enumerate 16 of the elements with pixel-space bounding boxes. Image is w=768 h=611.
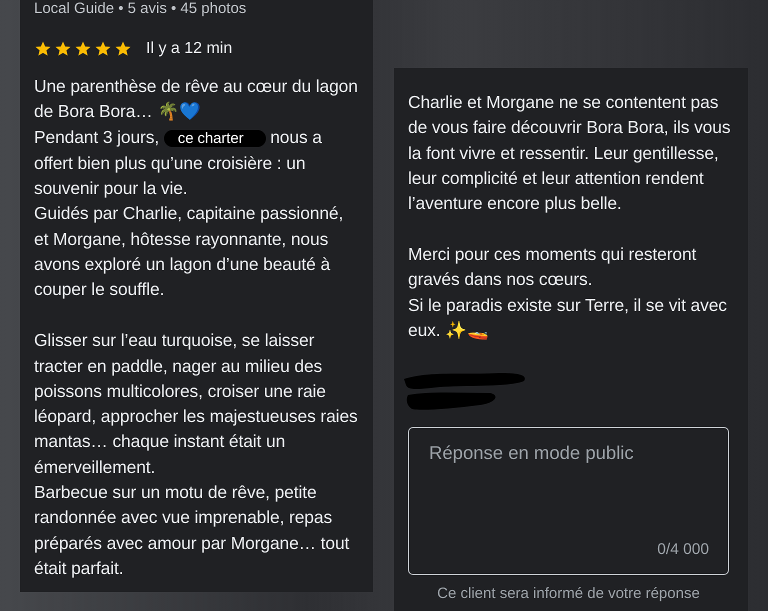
star-icon xyxy=(94,40,112,58)
star-icon xyxy=(54,40,72,58)
review-text: Merci pour ces moments qui resteront gravés dans nos cœurs. xyxy=(408,243,698,292)
review-text: Glisser sur l’eau turquoise, se laisser tracter en paddle, nager au milieu des poissons multicolores, croiser une raie léopard, approcher les majestueuses raies mantas… chaque instant était un émerveillement. xyxy=(34,329,359,479)
character-counter: 0/4 000 xyxy=(657,541,709,560)
review-time: Il y a 12 min xyxy=(146,40,232,58)
reviewer-meta: Local Guide • 5 avis • 45 photos xyxy=(34,0,248,18)
review-text: Si le paradis existe sur Terre, il se vit avec eux. ✨🚤 xyxy=(408,294,728,342)
star-icon xyxy=(34,40,52,58)
review-text: Guidés par Charlie, capitaine passionné, et Morgane, hôtesse rayonnante, nous avons exploré un lagon d’une beauté à couper le souffle. xyxy=(34,202,344,302)
notice-text: Ce client sera informé de votre réponse xyxy=(436,585,701,602)
star-icon xyxy=(74,40,92,58)
star-icon xyxy=(114,40,132,58)
review-text: Barbecue sur un motu de rêve, petite randonnée avec vue imprenable, repas préparés avec amour par Morgane… tout était parfait. xyxy=(34,481,350,580)
review-text: Charlie et Morgane ne se contentent pas de vous faire découvrir Bora Bora, ils vous la font vivre et ressentir. Leur gentillesse, leur complicité et leur attention rendent l’aventure encore plus belle. xyxy=(408,91,732,216)
review-text: Pendant 3 jours, ce charter nous a offert bien plus qu’une croisière : un souvenir pour la vie. xyxy=(34,126,323,200)
